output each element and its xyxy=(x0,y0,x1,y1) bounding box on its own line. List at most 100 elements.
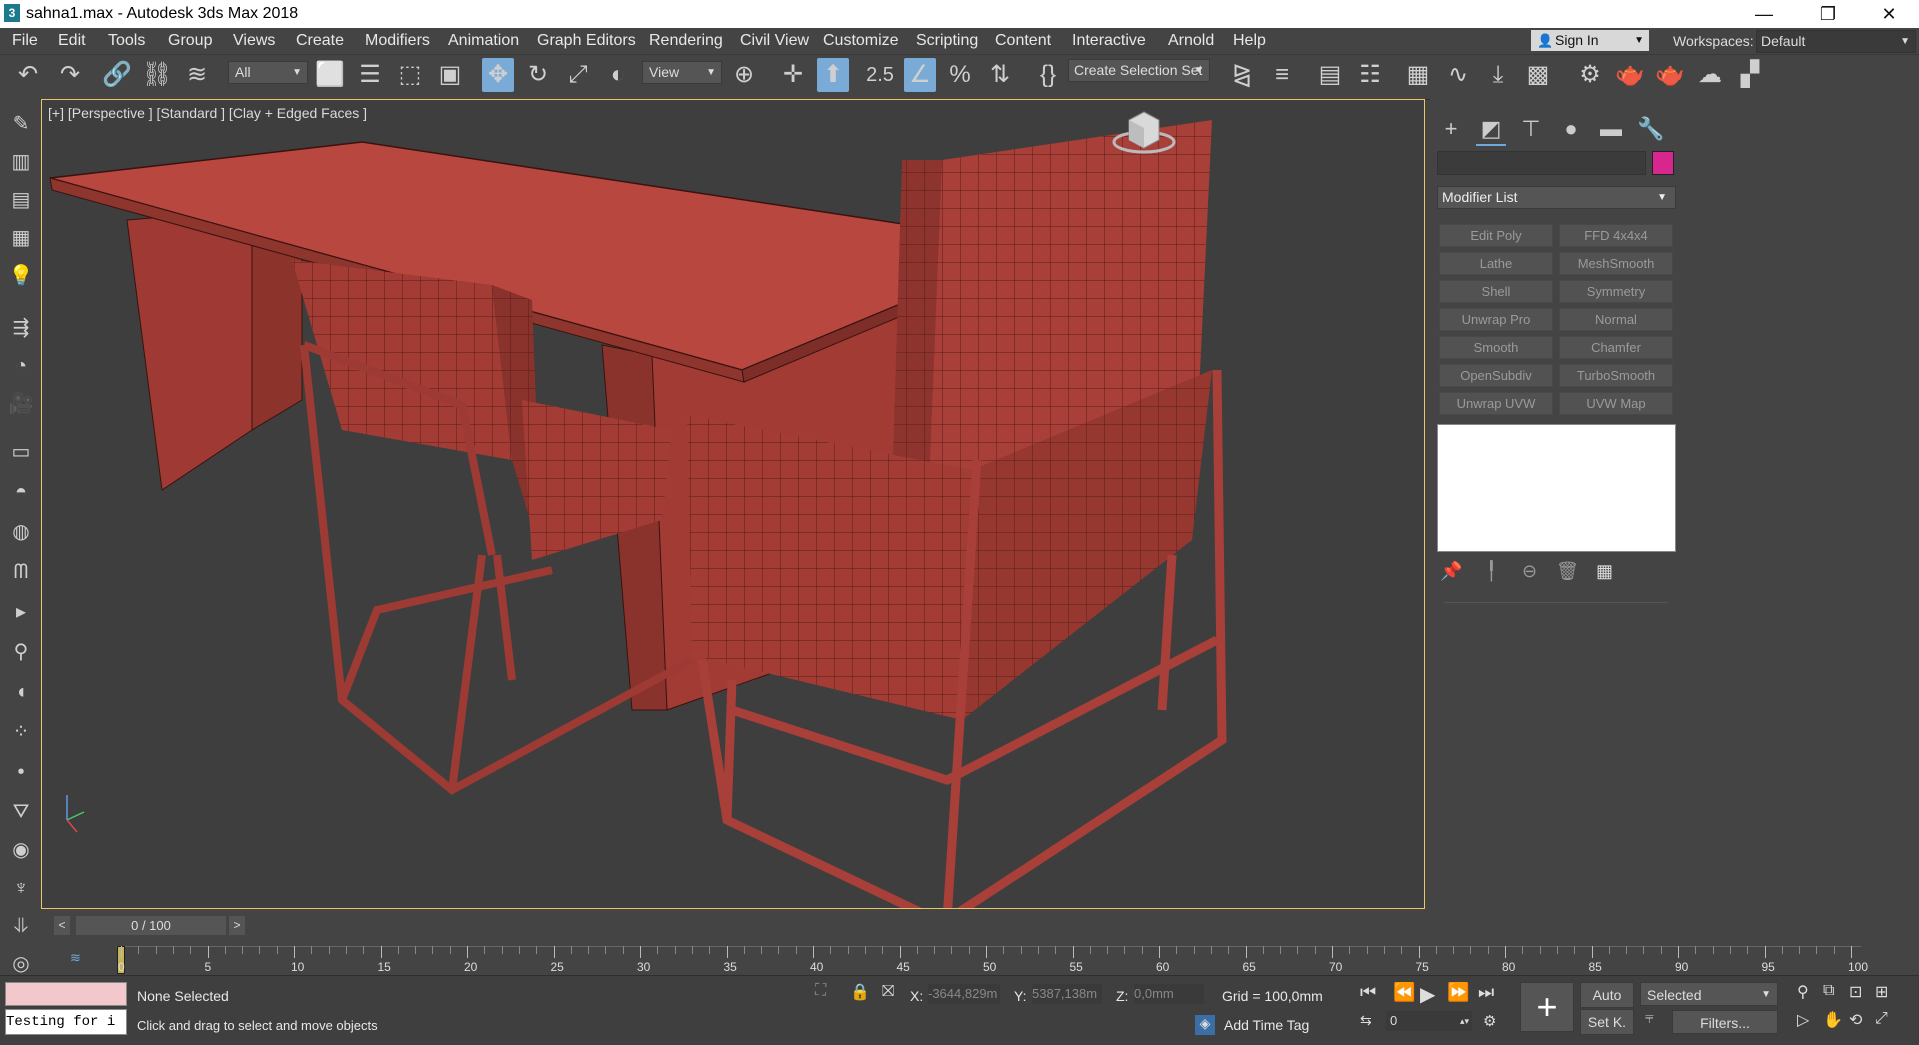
menu-tools[interactable]: Tools xyxy=(108,32,145,50)
add-time-tag[interactable]: Add Time Tag xyxy=(1224,1017,1309,1033)
percent-snap-icon[interactable]: % xyxy=(944,58,976,92)
select-move-icon[interactable]: ✥ xyxy=(482,58,514,92)
ellipse-icon[interactable]: ◖ xyxy=(8,679,34,705)
default-in-out-tangent-icon[interactable]: ⫧ xyxy=(1645,1010,1654,1028)
make-unique-icon[interactable]: ⊖ xyxy=(1522,561,1537,582)
modifier-button[interactable]: Edit Poly xyxy=(1439,224,1553,247)
z-coordinate-field[interactable]: 0,0mm xyxy=(1134,984,1204,1004)
render-setup-icon[interactable]: ⚙ xyxy=(1574,58,1606,92)
menu-views[interactable]: Views xyxy=(233,32,275,50)
light-icon[interactable]: 💡 xyxy=(8,263,34,289)
workspace-dropdown[interactable]: Default ▼ xyxy=(1756,30,1916,53)
red-dot-icon[interactable]: • xyxy=(8,759,34,785)
x-coordinate-field[interactable]: -3644,829m xyxy=(928,984,1000,1004)
spinner-snap-icon[interactable]: ⇅ xyxy=(984,58,1016,92)
next-frame-button[interactable]: > xyxy=(229,916,245,935)
material-editor-icon[interactable]: ▩ xyxy=(1522,58,1554,92)
create-tab-icon[interactable]: + xyxy=(1436,114,1466,144)
lock-selection-icon[interactable]: 🔒 xyxy=(850,982,870,1002)
scene-explorer-icon[interactable]: ▤ xyxy=(1314,58,1346,92)
shell-icon[interactable]: ◎ xyxy=(8,951,34,977)
set-key-button[interactable]: Set K. xyxy=(1580,1009,1634,1035)
select-place-icon[interactable]: ◐ xyxy=(602,58,634,92)
menu-scripting[interactable]: Scripting xyxy=(916,32,978,50)
orbit-icon[interactable]: ⟲ xyxy=(1849,1010,1862,1030)
populate-icon[interactable]: ▥ xyxy=(8,149,34,175)
previous-key-icon[interactable]: ⏪ xyxy=(1393,982,1415,1003)
pan-view-icon[interactable]: ✋ xyxy=(1823,1010,1843,1030)
mirror-icon[interactable]: ⧎ xyxy=(1226,58,1258,92)
select-object-icon[interactable]: ⬜ xyxy=(314,58,346,92)
remove-modifier-icon[interactable]: 🗑 xyxy=(1556,561,1579,582)
pin-stack-icon[interactable]: 📌 xyxy=(1440,561,1462,582)
arrow-right-icon[interactable]: ▸ xyxy=(8,599,34,625)
align-icon[interactable]: ≡ xyxy=(1266,58,1298,92)
menu-interactive[interactable]: Interactive xyxy=(1072,32,1146,50)
zoom-icon[interactable]: ⚲ xyxy=(1797,982,1809,1002)
render-online-icon[interactable]: ▞ xyxy=(1734,58,1766,92)
snaps-toggle-icon[interactable]: 2.5 xyxy=(864,58,896,92)
zoom-all-icon[interactable]: ⧉ xyxy=(1823,982,1834,1000)
restore-button[interactable]: ❐ xyxy=(1805,0,1851,28)
rendered-frame-window-icon[interactable]: 🫖 xyxy=(1614,58,1646,92)
menu-content[interactable]: Content xyxy=(995,32,1051,50)
time-tag-icon[interactable]: ◈ xyxy=(1195,1015,1215,1035)
menu-arnold[interactable]: Arnold xyxy=(1168,32,1214,50)
edit-named-selection-icon[interactable]: {} xyxy=(1032,58,1064,92)
menu-graph-editors[interactable]: Graph Editors xyxy=(537,32,636,50)
maxscript-mini-listener-pink[interactable] xyxy=(5,982,127,1006)
utilities-tab-icon[interactable]: 🔧 xyxy=(1636,114,1666,144)
pivot-center-icon[interactable]: ⊕ xyxy=(728,58,760,92)
isolate-selection-icon[interactable]: ⛶ xyxy=(815,982,826,1000)
globe-icon[interactable]: ◉ xyxy=(8,837,34,863)
modifier-button[interactable]: Normal xyxy=(1559,308,1673,331)
menu-rendering[interactable]: Rendering xyxy=(649,32,723,50)
maxscript-mini-listener[interactable]: Testing for i xyxy=(5,1009,127,1035)
layer-explorer-icon[interactable]: ☷ xyxy=(1354,58,1386,92)
modifier-button[interactable]: FFD 4x4x4 xyxy=(1559,224,1673,247)
prev-frame-button[interactable]: < xyxy=(54,916,70,935)
menu-group[interactable]: Group xyxy=(168,32,212,50)
set-key-large-button[interactable]: + xyxy=(1520,982,1574,1032)
modifier-button[interactable]: Lathe xyxy=(1439,252,1553,275)
menu-help[interactable]: Help xyxy=(1233,32,1266,50)
modifier-button[interactable]: Unwrap Pro xyxy=(1439,308,1553,331)
play-icon[interactable]: ▶ xyxy=(1420,982,1435,1007)
scene-explorer-icon[interactable]: ▤ xyxy=(8,187,34,213)
hair-icon[interactable]: ᗰ xyxy=(8,559,34,585)
window-crossing-icon[interactable]: ▣ xyxy=(434,58,466,92)
absolute-transform-icon[interactable]: ⛝ xyxy=(882,983,894,1001)
configure-modifier-sets-icon[interactable]: ▦ xyxy=(1596,561,1613,582)
modifier-button[interactable]: Unwrap UVW xyxy=(1439,392,1553,415)
menu-modifiers[interactable]: Modifiers xyxy=(365,32,430,50)
undo-icon[interactable]: ↶ xyxy=(12,58,44,92)
menu-civil-view[interactable]: Civil View xyxy=(740,32,809,50)
menu-animation[interactable]: Animation xyxy=(448,32,519,50)
go-to-start-icon[interactable]: ⏮ xyxy=(1360,982,1376,1003)
sphere-icon[interactable]: ◍ xyxy=(8,519,34,545)
schematic-view-icon[interactable]: ⤓ xyxy=(1482,58,1514,92)
camera-icon[interactable]: 🎥 xyxy=(8,391,34,417)
next-key-icon[interactable]: ⏩ xyxy=(1447,982,1469,1003)
time-configuration-icon[interactable]: ⚙ xyxy=(1483,1012,1496,1030)
modifier-list-dropdown[interactable]: Modifier List ▼ xyxy=(1437,186,1676,209)
y-coordinate-field[interactable]: 5387,138m xyxy=(1032,984,1102,1004)
field-of-view-icon[interactable]: ▷ xyxy=(1797,1010,1809,1030)
show-end-result-icon[interactable]: ╿ xyxy=(1486,561,1497,582)
tape-icon[interactable]: ⛛ xyxy=(8,799,34,825)
modifier-button[interactable]: OpenSubdiv xyxy=(1439,364,1553,387)
select-by-name-icon[interactable]: ☰ xyxy=(354,58,386,92)
object-name-field[interactable] xyxy=(1437,151,1646,175)
hair-fur-icon[interactable]: ⥥ xyxy=(8,913,34,939)
object-paint-icon[interactable]: ✎ xyxy=(8,111,34,137)
menu-edit[interactable]: Edit xyxy=(58,32,86,50)
modifier-button[interactable]: TurboSmooth xyxy=(1559,364,1673,387)
key-mode-toggle-icon[interactable]: ⇆ xyxy=(1360,1012,1372,1029)
perspective-viewport[interactable]: [+] [Perspective ] [Standard ] [Clay + E… xyxy=(41,99,1425,909)
key-filters-button[interactable]: Filters... xyxy=(1672,1010,1778,1034)
angle-snap-icon[interactable]: ∠ xyxy=(904,58,936,92)
key-filter-dropdown[interactable]: Selected ▼ xyxy=(1640,982,1778,1006)
reference-coordinate-dropdown[interactable]: View ▼ xyxy=(642,61,722,84)
hierarchy-tab-icon[interactable]: ⊤ xyxy=(1516,114,1546,144)
keyboard-shortcut-override-icon[interactable]: ⬆ xyxy=(817,58,849,92)
